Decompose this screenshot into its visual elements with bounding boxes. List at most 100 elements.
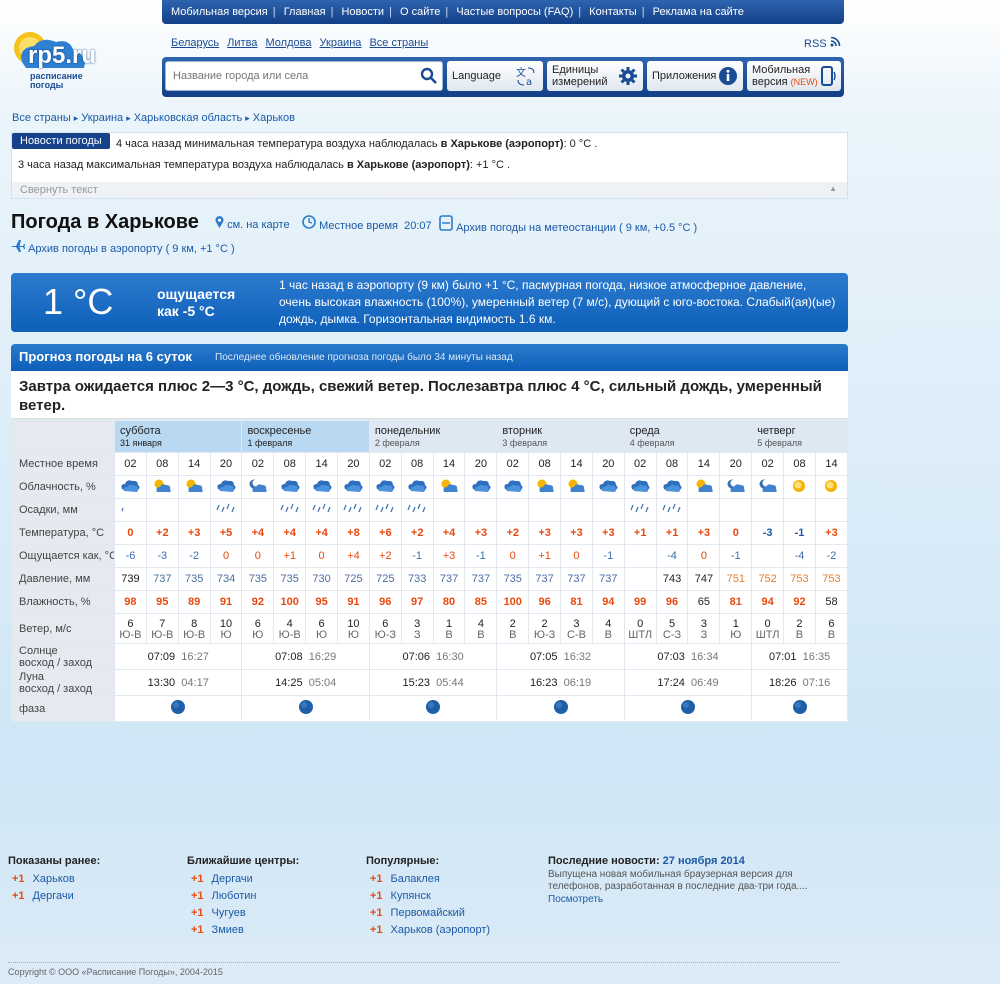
wind-cell: 6 Ю-З (368, 613, 402, 644)
nav-mobile[interactable]: Мобильная версия (171, 6, 268, 18)
weather-news-button[interactable]: Новости погоды (12, 133, 110, 149)
nav-about[interactable]: О сайте (400, 6, 440, 18)
nav-home[interactable]: Главная (284, 6, 326, 18)
apps-label: Приложения (652, 70, 717, 82)
feels-like-cell: 0 (209, 544, 243, 568)
wind-cell: 8 Ю-В (177, 613, 211, 644)
feels-like-cell: 0 (560, 544, 593, 568)
forecast-days-row: суббота 31 января воскресенье 1 февраля поне… (11, 420, 848, 453)
day-header[interactable]: вторник 3 февраля (496, 420, 625, 453)
footer-shown-link[interactable]: +1 Харьков (8, 873, 100, 890)
cloudiness-cell (177, 475, 211, 499)
crumb-city[interactable]: Харьков (253, 112, 295, 124)
feels-like-cell: -1 (719, 544, 753, 568)
rain-drops-icon (375, 503, 394, 512)
day-header[interactable]: понедельник 2 февраля (368, 420, 498, 453)
country-moldova[interactable]: Молдова (265, 37, 311, 49)
footer-nearby-link[interactable]: +1 Люботин (187, 890, 299, 907)
collapse-text-button[interactable]: Свернуть текст ▲ (12, 182, 847, 198)
feels-like-cell: -2 (177, 544, 211, 568)
current-temperature: 1 °C (43, 281, 114, 322)
rain-drops-icon (630, 503, 649, 512)
footer-nearby-link[interactable]: +1 Чугуев (187, 907, 299, 924)
local-time-cell: 20 (209, 452, 243, 476)
local-time-cell: 08 (783, 452, 816, 476)
day-header[interactable]: суббота 31 января (113, 420, 243, 453)
latest-news-date[interactable]: 27 ноября 2014 (663, 855, 745, 867)
nav-contacts[interactable]: Контакты (589, 6, 637, 18)
wind-cell: 4 Ю-В (273, 613, 307, 644)
feels-like-cell: +1 (528, 544, 562, 568)
humidity-cell: 94 (751, 590, 785, 614)
moon-cell: 17:24 06:49 (623, 669, 753, 696)
country-lithuania[interactable]: Литва (227, 37, 257, 49)
search-input[interactable] (166, 62, 411, 90)
map-link[interactable]: см. на карте (215, 216, 290, 231)
wind-cell: 0 ШТЛ (623, 613, 657, 644)
top-navigation: Мобильная версия | Главная | Новости | О са… (162, 0, 844, 24)
cloudiness-cell (368, 475, 402, 499)
rss-icon (830, 36, 840, 47)
apps-button[interactable]: Приложения (647, 61, 743, 91)
crumb-region[interactable]: Харьковская область (134, 112, 243, 124)
local-time-cell: 20 (591, 452, 625, 476)
mobile-version-button[interactable]: Мобильная версия (NEW) (747, 61, 841, 91)
country-ukraine[interactable]: Украина (320, 37, 362, 49)
cloudiness-cell (783, 475, 816, 499)
airport-archive-link[interactable]: Архив погоды в аэропорту ( 9 км, +1 °C ) (11, 239, 235, 255)
feels-like-cell: -4 (655, 544, 689, 568)
pressure-cell: 725 (337, 567, 370, 591)
precipitation-cell (560, 498, 593, 522)
moon-cloud-icon (727, 479, 745, 492)
pressure-cell: 737 (432, 567, 466, 591)
footer-nearby-link[interactable]: +1 Змиев (187, 924, 299, 941)
svg-text:文: 文 (516, 66, 526, 79)
wind-cell: 3З (400, 613, 434, 644)
units-button[interactable]: Единицы измерений (547, 61, 643, 91)
nav-faq[interactable]: Частые вопросы (FAQ) (456, 6, 573, 18)
rain-cloud-icon (376, 479, 395, 492)
footer-shown-link[interactable]: +1 Дергачи (8, 890, 100, 907)
nav-ads[interactable]: Реклама на сайте (653, 6, 744, 18)
rain-drops-icon (343, 503, 362, 512)
footer-popular-link[interactable]: +1 Первомайский (366, 907, 490, 924)
footer-nearby-link[interactable]: +1 Дергачи (187, 873, 299, 890)
moon-cell: 15:23 05:44 (368, 669, 498, 696)
country-belarus[interactable]: Беларусь (171, 37, 219, 49)
humidity-cell: 97 (400, 590, 434, 614)
latest-news-link[interactable]: Посмотреть (548, 894, 603, 905)
station-archive-link[interactable]: Архив погоды на метеостанции ( 9 км, +0.… (439, 215, 697, 234)
crumb-ukraine[interactable]: Украина (81, 112, 123, 124)
sun-cloud-icon (441, 479, 458, 492)
cloudiness-cell (209, 475, 243, 499)
precipitation-cell (814, 498, 849, 522)
day-header[interactable]: четверг 5 февраля (751, 420, 848, 453)
wind-cell: 2 Ю-З (528, 613, 562, 644)
moon-phase-icon (298, 700, 313, 714)
sun-label: Солнце восход / заход (11, 643, 115, 670)
nav-news[interactable]: Новости (341, 6, 384, 18)
feels-like-cell: -4 (783, 544, 816, 568)
day-header[interactable]: воскресенье 1 февраля (241, 420, 370, 453)
sun-cloud-icon (154, 479, 172, 492)
country-all[interactable]: Все страны (369, 37, 428, 49)
mobile-label: Мобильная версия (NEW) (752, 64, 818, 88)
humidity-cell: 58 (814, 590, 849, 614)
crumb-all[interactable]: Все страны (12, 112, 71, 124)
translate-icon: 文a (516, 66, 535, 87)
footer-popular-link[interactable]: +1 Харьков (аэропорт) (366, 924, 490, 941)
humidity-cell: 95 (305, 590, 339, 614)
pressure-cell: 735 (177, 567, 211, 591)
rss-link[interactable]: RSS (804, 36, 841, 50)
language-button[interactable]: Language 文a (447, 61, 543, 91)
precipitation-cell (655, 498, 689, 522)
day-header[interactable]: среда 4 февраля (623, 420, 753, 453)
footer-popular-link[interactable]: +1 Купянск (366, 890, 490, 907)
temperature-cell: -1 (783, 521, 816, 545)
search-icon[interactable] (420, 67, 438, 85)
wind-cell: 4В (464, 613, 498, 644)
site-logo[interactable]: rp5.ru расписание погоды (8, 28, 148, 100)
footer-popular-link[interactable]: +1 Балаклея (366, 873, 490, 890)
temperature-cell: +3 (687, 521, 721, 545)
language-label: Language (452, 70, 501, 82)
